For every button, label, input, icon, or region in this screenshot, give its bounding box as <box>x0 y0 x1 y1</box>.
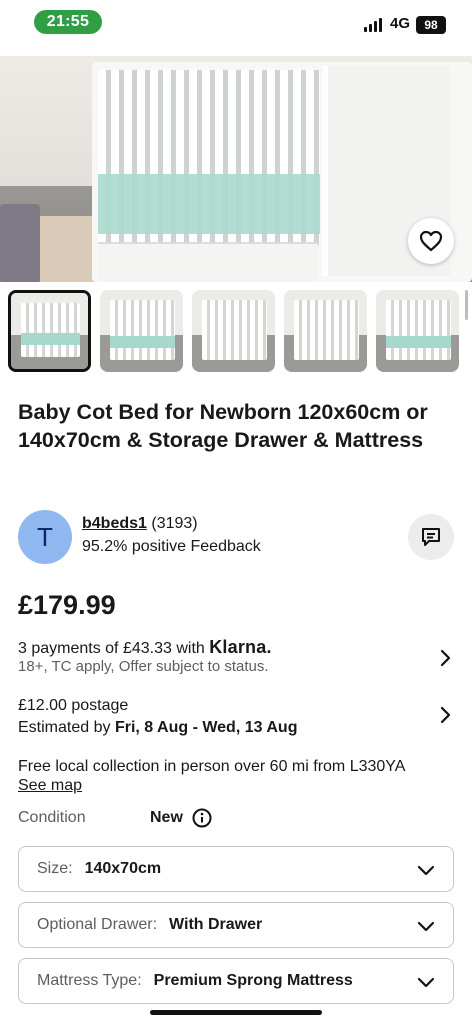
condition-value: New <box>150 809 183 826</box>
mattress-select-value: Premium Sprong Mattress <box>153 972 353 989</box>
seller-name-link[interactable]: b4beds1 <box>82 515 147 532</box>
status-bar: 21:55 4G 98 <box>0 0 472 50</box>
thumbnail-3[interactable] <box>192 290 275 372</box>
mattress-select[interactable]: Mattress Type: Premium Sprong Mattress <box>18 958 454 1004</box>
thumbnail-5[interactable] <box>376 290 459 372</box>
size-select-label: Size: <box>37 860 73 877</box>
home-indicator <box>150 1010 322 1015</box>
thumbnail-4[interactable] <box>284 290 367 372</box>
image-thumbnails <box>8 290 464 372</box>
klarna-logo: Klarna. <box>209 637 272 657</box>
see-map-link[interactable]: See map <box>18 777 82 795</box>
heart-icon <box>419 230 443 252</box>
message-icon <box>422 528 440 546</box>
battery-icon: 98 <box>416 16 446 34</box>
scroll-indicator <box>465 290 468 320</box>
drawer-select-value: With Drawer <box>169 916 263 933</box>
info-icon[interactable] <box>192 808 212 828</box>
product-title: Baby Cot Bed for Newborn 120x60cm or 140… <box>18 400 428 452</box>
bottom-bar <box>0 1016 472 1024</box>
drawer-select-label: Optional Drawer: <box>37 916 158 933</box>
chevron-right-icon <box>440 649 451 667</box>
signal-icon <box>364 18 382 32</box>
seller-rating-count: (3193) <box>151 515 198 532</box>
product-main-image[interactable] <box>0 56 472 282</box>
chevron-down-icon <box>417 977 435 988</box>
size-select[interactable]: Size: 140x70cm <box>18 846 454 892</box>
thumbnail-2[interactable] <box>100 290 183 372</box>
chevron-right-icon <box>440 706 451 724</box>
mattress-select-label: Mattress Type: <box>37 972 142 989</box>
payments-text: 3 payments of £43.33 with Klarna. <box>18 637 272 657</box>
delivery-estimate: Estimated by Fri, 8 Aug - Wed, 13 Aug <box>18 719 298 736</box>
contact-seller-button[interactable] <box>408 514 454 560</box>
postage-price: £12.00 postage <box>18 697 129 714</box>
payments-note: 18+, TC apply, Offer subject to status. <box>18 658 269 675</box>
chevron-down-icon <box>417 921 435 932</box>
condition-label: Condition <box>18 809 86 826</box>
status-time: 21:55 <box>34 10 102 34</box>
drawer-select[interactable]: Optional Drawer: With Drawer <box>18 902 454 948</box>
size-select-value: 140x70cm <box>84 860 162 877</box>
network-type: 4G <box>390 15 411 32</box>
thumbnail-1[interactable] <box>8 290 91 372</box>
collection-text: Free local collection in person over 60 … <box>18 758 406 775</box>
watch-heart-button[interactable] <box>408 218 454 264</box>
chevron-down-icon <box>417 865 435 876</box>
seller-info: b4beds1 (3193) <box>82 515 198 533</box>
product-price: £179.99 <box>18 590 116 620</box>
seller-feedback: 95.2% positive Feedback <box>82 538 261 555</box>
seller-avatar[interactable]: T <box>18 510 72 564</box>
